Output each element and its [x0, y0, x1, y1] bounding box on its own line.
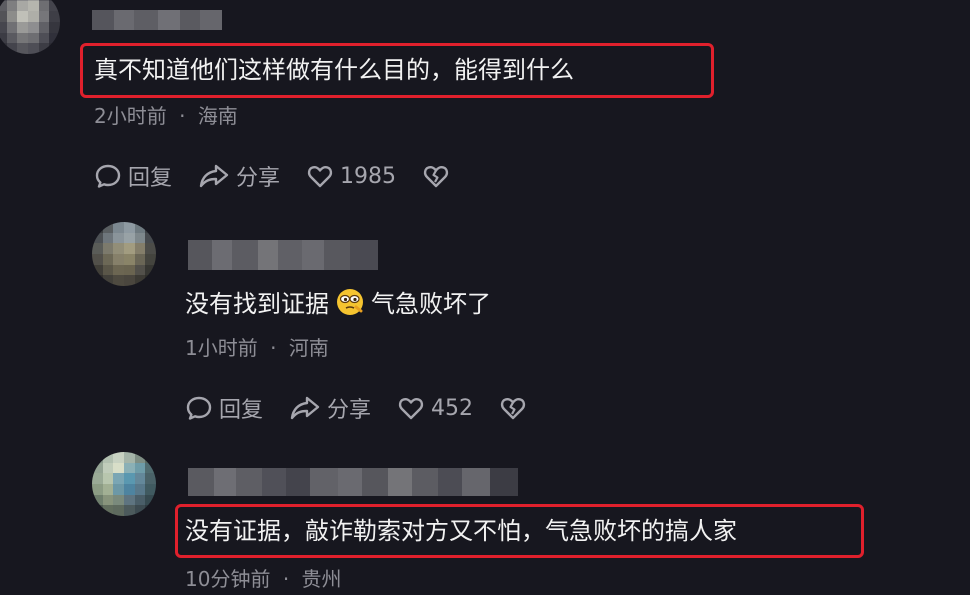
dislike-button[interactable] [422, 162, 456, 190]
share-button[interactable]: 分享 [289, 392, 371, 424]
avatar[interactable] [0, 0, 60, 54]
avatar[interactable] [92, 452, 156, 516]
reply-label: 回复 [219, 398, 264, 423]
comment-text: 没有找到证据 气急败坏了 [185, 287, 491, 319]
comment-actions: 回复 分享 1985 [94, 160, 482, 192]
username-blurred[interactable] [92, 10, 222, 30]
comment-location: 河南 [288, 336, 329, 360]
comment-location: 海南 [197, 104, 238, 128]
share-label: 分享 [236, 166, 281, 191]
comment-thread: 真不知道他们这样做有什么目的，能得到什么 2小时前 · 海南 回复 分享 198… [0, 0, 970, 595]
reply-label: 回复 [128, 166, 173, 191]
avatar[interactable] [92, 222, 156, 286]
comment-meta: 2小时前 · 海南 [94, 100, 238, 129]
comment-text: 没有证据，敲诈勒索对方又不怕，气急败坏的搞人家 [185, 517, 737, 545]
like-button[interactable]: 452 [397, 394, 473, 422]
username-blurred[interactable] [188, 240, 378, 270]
comment-actions: 回复 分享 452 [185, 392, 559, 424]
comment-text-part1: 没有找到证据 [185, 290, 329, 318]
broken-heart-icon [500, 397, 526, 420]
username-blurred[interactable] [188, 468, 518, 496]
comment-meta: 10分钟前 · 贵州 [185, 563, 342, 592]
comment-time: 1小时前 [185, 336, 258, 360]
broken-heart-icon [423, 165, 449, 188]
comment-time: 10分钟前 [185, 567, 271, 591]
share-arrow-icon [290, 396, 320, 420]
comment-text: 真不知道他们这样做有什么目的，能得到什么 [94, 56, 574, 84]
share-label: 分享 [327, 398, 372, 423]
comment-bubble-icon [186, 396, 212, 420]
reply-button[interactable]: 回复 [185, 392, 263, 424]
thinking-face-emoji [337, 289, 363, 315]
comment-text-part2: 气急败坏了 [371, 290, 491, 318]
comment-meta: 1小时前 · 河南 [185, 332, 329, 361]
comment-time: 2小时前 [94, 104, 167, 128]
meta-separator: · [282, 567, 290, 591]
like-button[interactable]: 1985 [306, 162, 396, 190]
meta-separator: · [179, 104, 186, 128]
comment-location: 贵州 [301, 567, 342, 591]
meta-separator: · [270, 336, 277, 360]
like-count: 1985 [340, 163, 397, 189]
heart-icon [307, 165, 333, 188]
heart-icon [398, 397, 424, 420]
share-arrow-icon [199, 164, 229, 188]
dislike-button[interactable] [499, 394, 533, 422]
comment-bubble-icon [95, 164, 121, 188]
share-button[interactable]: 分享 [198, 160, 280, 192]
like-count: 452 [431, 395, 474, 421]
reply-button[interactable]: 回复 [94, 160, 172, 192]
